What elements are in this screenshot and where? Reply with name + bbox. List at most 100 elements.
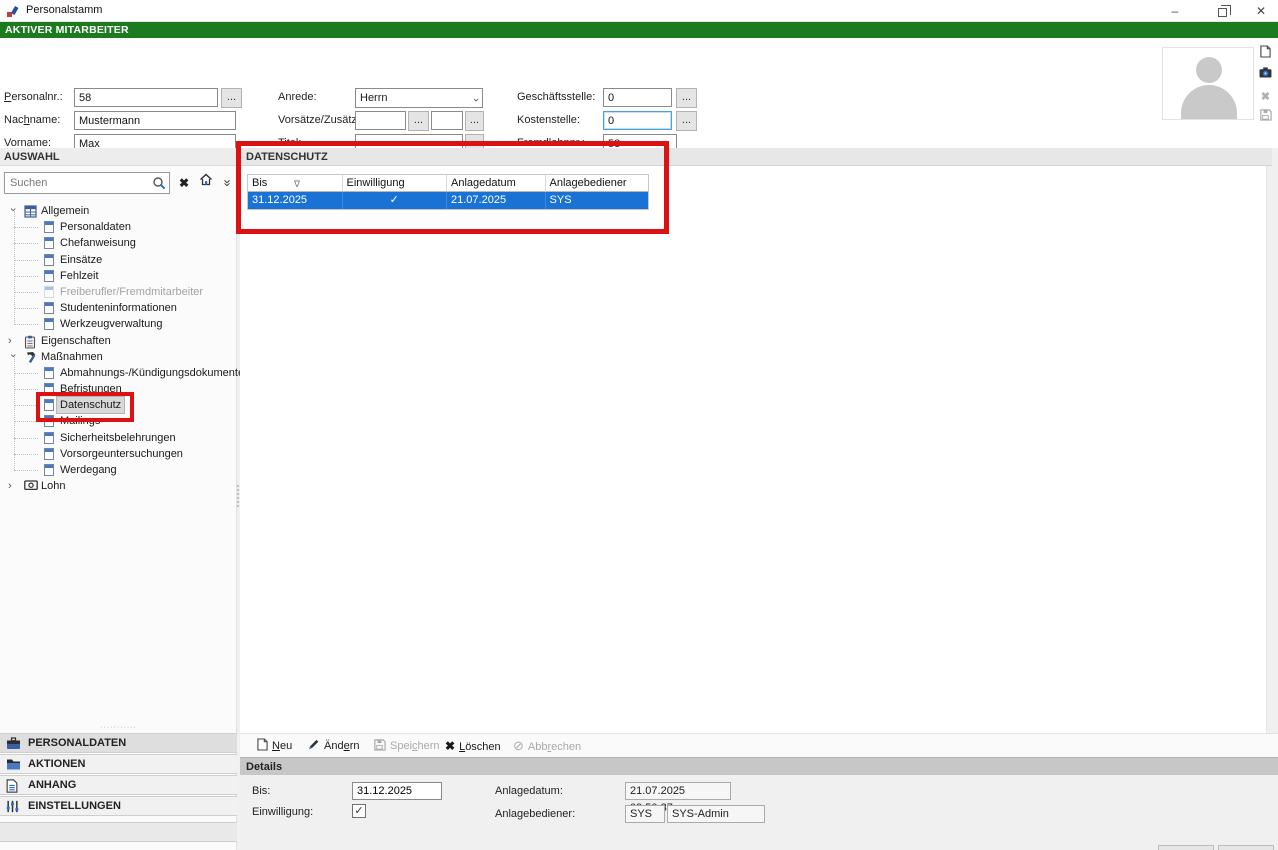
tree-node-vorsorgeuntersuchungen[interactable]: Vorsorgeuntersuchungen <box>0 446 237 462</box>
cancel-icon: ⊘ <box>513 738 524 753</box>
anrede-select[interactable]: Herrn › <box>355 88 483 108</box>
column-header-anlagedatum[interactable]: Anlagedatum <box>447 175 546 192</box>
tree-node-studenteninformationen[interactable]: Studenteninformationen <box>0 300 237 316</box>
form-page-icon <box>44 270 54 282</box>
partial-button[interactable] <box>1218 845 1274 850</box>
form-page-icon <box>44 318 54 330</box>
tree-node-chefanweisung[interactable]: Chefanweisung <box>0 235 237 251</box>
photo-new-button[interactable] <box>1258 45 1273 60</box>
kostenstelle-lookup-button[interactable]: ... <box>676 111 697 131</box>
aendern-button[interactable]: Ändern <box>307 736 359 756</box>
anrede-value: Herrn <box>360 92 388 104</box>
home-button[interactable] <box>196 172 216 194</box>
form-page-icon <box>44 286 54 298</box>
sidebar: AUSWAHL ✖ » › Allgemein Personaldaten Ch… <box>0 148 237 850</box>
personalnr-label: Personalnr.: <box>4 91 63 103</box>
form-page-icon <box>44 254 54 266</box>
geschaeftsstelle-input[interactable] <box>603 88 672 107</box>
vorsaetze-lookup-button-1[interactable]: ... <box>408 111 429 131</box>
new-page-icon <box>257 738 268 758</box>
accordion-aktionen[interactable]: AKTIONEN <box>0 754 237 774</box>
nachname-label: Nachname: <box>4 114 60 126</box>
vorsaetze-lookup-button-2[interactable]: ... <box>465 111 484 131</box>
loeschen-button[interactable]: ✖Löschen <box>445 736 501 756</box>
tree-node-fehlzeit[interactable]: Fehlzeit <box>0 268 237 284</box>
form-page-icon <box>44 221 54 233</box>
save-icon <box>1259 108 1272 121</box>
cell-anlagedatum: 21.07.2025 09:50:37 <box>447 192 546 209</box>
personalnr-lookup-button[interactable]: ... <box>221 88 242 108</box>
record-toolbar: Neu Ändern Speichern ✖Löschen ⊘Abbrechen <box>240 733 1278 757</box>
new-page-icon <box>1260 45 1271 58</box>
details-header: Details <box>240 757 1278 775</box>
tree-node-eigenschaften[interactable]: › Eigenschaften <box>0 333 237 349</box>
sliders-icon <box>6 800 19 820</box>
neu-button[interactable]: Neu <box>257 736 292 756</box>
column-header-einwilligung[interactable]: Einwilligung <box>343 175 447 192</box>
vorsaetze-input-1[interactable] <box>355 111 406 130</box>
kostenstelle-input[interactable] <box>603 111 672 130</box>
datenschutz-panel: Bis∇ Einwilligung Anlagedatum Anlagebedi… <box>240 166 1267 733</box>
datenschutz-table: Bis∇ Einwilligung Anlagedatum Anlagebedi… <box>247 174 649 210</box>
einwilligung-checkbox[interactable]: ✓ <box>352 804 366 818</box>
tree-node-mailings[interactable]: Mailings <box>0 413 237 429</box>
sort-icon[interactable]: ∇ <box>294 176 300 192</box>
accordion-personaldaten[interactable]: PERSONALDATEN <box>0 733 237 753</box>
avatar <box>1196 57 1222 83</box>
employee-status-banner: AKTIVER MITARBEITER <box>0 22 1278 38</box>
tree-node-personaldaten[interactable]: Personaldaten <box>0 219 237 235</box>
personalnr-input[interactable] <box>74 88 218 107</box>
accordion-einstellungen[interactable]: EINSTELLUNGEN <box>0 796 237 816</box>
speichern-button[interactable]: Speichern <box>373 736 440 756</box>
form-page-icon <box>44 302 54 314</box>
tree-expander-icon[interactable]: › <box>5 353 21 363</box>
details-anlagedatum-field: 21.07.2025 09:50:37 <box>625 782 731 800</box>
accordion-blank-bar <box>0 822 237 842</box>
tree-expander-icon[interactable]: › <box>5 208 21 218</box>
tree-node-freiberufler[interactable]: Freiberufler/Fremdmitarbeiter <box>0 284 237 300</box>
navigation-tree: › Allgemein Personaldaten Chefanweisung … <box>0 203 237 494</box>
tree-node-abmahnungsdokumente[interactable]: Abmahnungs-/Kündigungsdokumente <box>0 365 237 381</box>
accordion-anhang[interactable]: ANHANG <box>0 775 237 795</box>
restore-icon <box>1218 8 1227 17</box>
nachname-input[interactable] <box>74 111 236 130</box>
tree-node-allgemein[interactable]: › Allgemein <box>0 203 237 219</box>
details-anlagebediener-label: Anlagebediener: <box>495 808 575 820</box>
tree-expander-icon[interactable]: › <box>8 333 18 349</box>
details-anlagedatum-label: Anlagedatum: <box>495 785 563 797</box>
tree-node-befristungen[interactable]: Befristungen <box>0 381 237 397</box>
delete-x-icon: ✖ <box>445 739 455 753</box>
sidebar-splitter-dots[interactable]: ··········· <box>0 724 237 731</box>
tree-node-einsaetze[interactable]: Einsätze <box>0 252 237 268</box>
photo-save-button[interactable] <box>1258 108 1273 123</box>
tree-node-werkzeugverwaltung[interactable]: Werkzeugverwaltung <box>0 316 237 332</box>
restore-button[interactable] <box>1205 0 1239 22</box>
window-title: Personalstamm <box>26 4 102 16</box>
tree-node-werdegang[interactable]: Werdegang <box>0 462 237 478</box>
document-icon <box>44 399 54 411</box>
collapse-all-button[interactable]: » <box>218 172 238 194</box>
tree-node-datenschutz[interactable]: Datenschutz <box>0 397 237 413</box>
column-header-bis[interactable]: Bis∇ <box>248 175 343 192</box>
vorsaetze-input-2[interactable] <box>431 111 463 130</box>
search-clear-button[interactable]: ✖ <box>174 172 194 194</box>
save-icon <box>373 738 386 758</box>
geschaeftsstelle-lookup-button[interactable]: ... <box>676 88 697 108</box>
tree-node-massnahmen[interactable]: › Maßnahmen <box>0 349 237 365</box>
details-einwilligung-label: Einwilligung: <box>252 806 313 818</box>
abbrechen-button[interactable]: ⊘Abbrechen <box>513 736 581 756</box>
table-row[interactable]: 31.12.2025 ✓ 21.07.2025 09:50:37 SYS <box>248 192 648 209</box>
tree-node-sicherheitsbelehrungen[interactable]: Sicherheitsbelehrungen <box>0 430 237 446</box>
close-button[interactable]: ✕ <box>1244 0 1278 22</box>
search-input[interactable] <box>4 172 170 194</box>
partial-button[interactable] <box>1158 845 1214 850</box>
home-icon <box>199 172 213 186</box>
column-header-anlagebediener[interactable]: Anlagebediener <box>546 175 648 192</box>
pencil-icon <box>307 738 320 758</box>
tree-expander-icon[interactable]: › <box>8 478 18 494</box>
details-bis-input[interactable] <box>352 782 442 800</box>
tree-node-lohn[interactable]: › Lohn <box>0 478 237 494</box>
photo-capture-button[interactable] <box>1258 67 1273 82</box>
photo-delete-button[interactable]: ✖ <box>1258 90 1273 105</box>
minimize-button[interactable]: – <box>1158 0 1192 22</box>
